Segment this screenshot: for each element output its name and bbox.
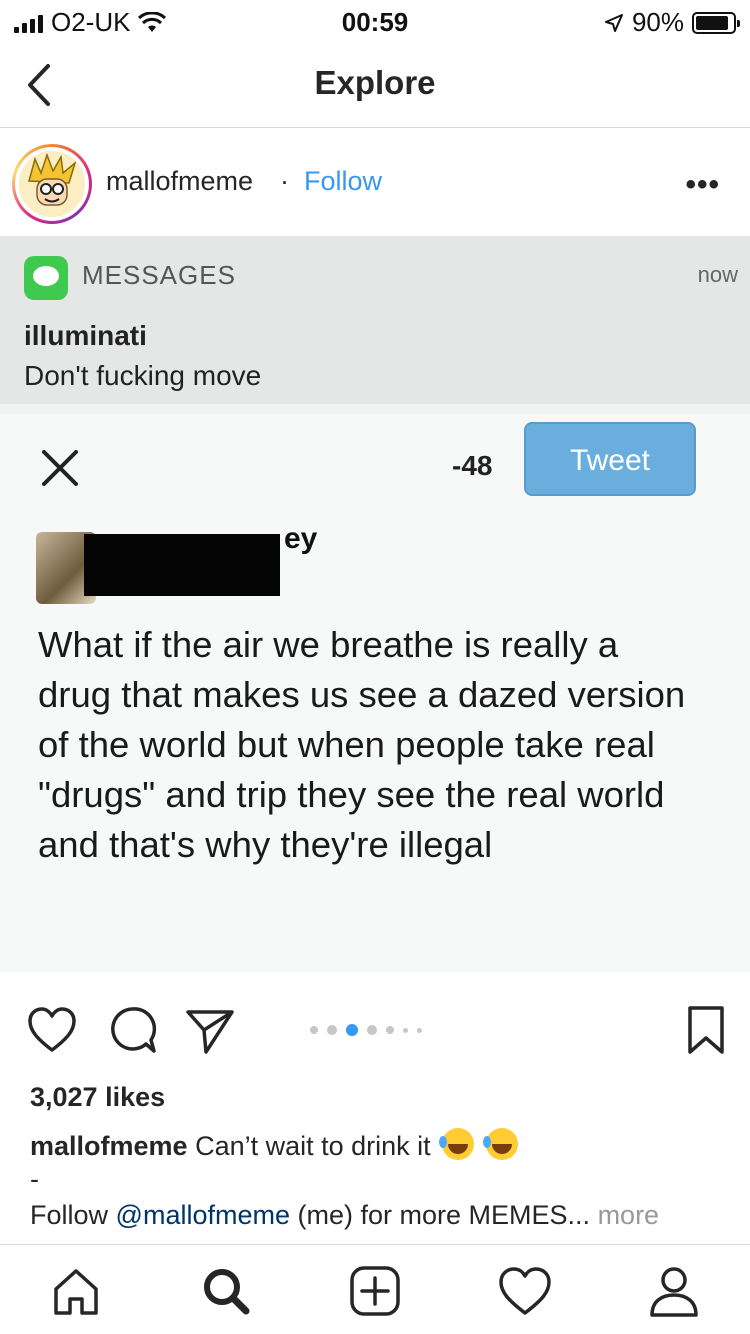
redaction-bar <box>84 534 280 596</box>
laughing-emoji-icon <box>482 1128 518 1160</box>
carousel-dot <box>367 1025 377 1035</box>
laughing-emoji-icon <box>439 1128 475 1160</box>
follow-button[interactable]: Follow <box>304 166 382 197</box>
notification-time: now <box>697 262 738 287</box>
avatar[interactable] <box>12 144 92 224</box>
activity-heart-icon[interactable] <box>497 1263 553 1319</box>
caption-more-link[interactable]: more <box>598 1200 660 1230</box>
battery-percent: 90% <box>631 7 684 37</box>
caption-follow-prefix: Follow <box>30 1200 109 1230</box>
status-right: 90% <box>604 7 740 38</box>
battery-icon <box>692 11 740 34</box>
carousel-dot-active <box>346 1024 358 1036</box>
tweet-name-fragment: ey <box>284 522 318 555</box>
more-options-button[interactable]: ••• <box>685 168 720 202</box>
search-icon[interactable] <box>198 1263 254 1319</box>
tweet-button-image: Tweet <box>524 422 696 496</box>
location-arrow-icon <box>604 13 623 32</box>
post-actions <box>0 990 750 1070</box>
avatar-image <box>19 151 85 217</box>
caption-follow-suffix: (me) for more MEMES... <box>297 1200 591 1230</box>
notification-app-name: MESSAGES <box>82 260 236 290</box>
caption-mention-link[interactable]: @mallofmeme <box>116 1200 290 1230</box>
caption-dash: - <box>30 1164 39 1194</box>
nav-bar: Explore <box>0 42 750 128</box>
page-title: Explore <box>314 64 436 101</box>
carousel-dot <box>403 1027 408 1033</box>
tweet-compose: -48 Tweet ey What if the air we breathe … <box>0 414 750 972</box>
carousel-dot <box>327 1025 337 1035</box>
home-icon[interactable] <box>48 1263 104 1319</box>
close-icon <box>42 450 78 486</box>
separator-dot: · <box>280 166 289 196</box>
likes-count[interactable]: 3,027 likes <box>30 1082 165 1113</box>
bottom-tab-bar <box>0 1244 750 1334</box>
comment-icon[interactable] <box>106 1004 158 1056</box>
carousel-dot <box>417 1027 422 1033</box>
notification-body: Don't fucking move <box>24 360 262 391</box>
status-bar: O2-UK 00:59 90% <box>0 0 750 42</box>
paper-plane-icon[interactable] <box>184 1004 236 1056</box>
profile-icon[interactable] <box>646 1263 702 1319</box>
caption-text: Can’t wait to drink it <box>195 1131 431 1161</box>
tweet-text: What if the air we breathe is really a d… <box>38 624 686 865</box>
carousel-indicator <box>310 1024 422 1036</box>
notification-title: illuminati <box>24 320 147 351</box>
caption-follow-line: Follow @mallofmeme (me) for more MEMES..… <box>30 1200 730 1231</box>
post-username[interactable]: mallofmeme <box>106 166 253 197</box>
heart-icon[interactable] <box>26 1004 78 1056</box>
caption-username[interactable]: mallofmeme <box>30 1131 188 1161</box>
carousel-dot <box>310 1026 318 1034</box>
carousel-dot <box>386 1026 394 1034</box>
caption: mallofmeme Can’t wait to drink it <box>30 1128 730 1164</box>
post-image[interactable]: MESSAGES now illuminati Don't fucking mo… <box>0 236 750 972</box>
post-header: mallofmeme · Follow ••• <box>0 128 750 236</box>
tweet-char-count: -48 <box>452 450 493 481</box>
messages-app-icon <box>24 256 68 300</box>
bookmark-icon[interactable] <box>680 1004 732 1056</box>
add-post-icon[interactable] <box>347 1263 403 1319</box>
messages-notification: MESSAGES now illuminati Don't fucking mo… <box>0 236 750 404</box>
